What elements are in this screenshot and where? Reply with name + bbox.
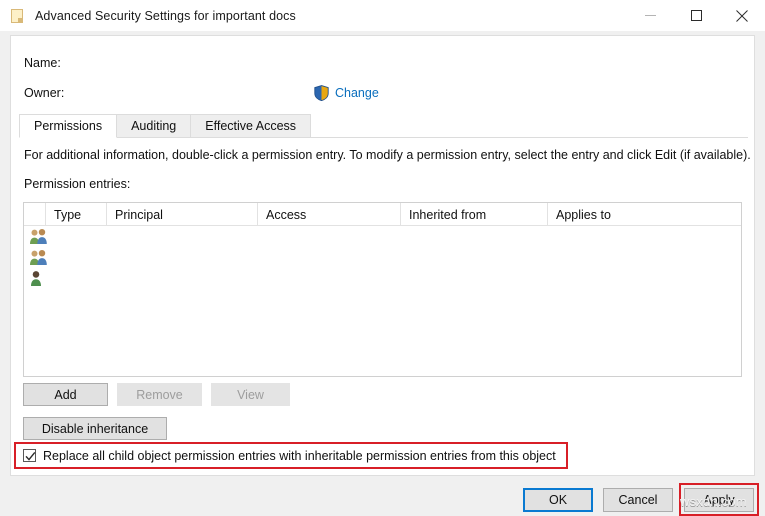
add-button[interactable]: Add [23, 383, 108, 406]
close-icon [736, 10, 748, 22]
maximize-button[interactable] [673, 0, 719, 31]
disable-inheritance-label: Disable inheritance [42, 422, 148, 436]
column-header-principal[interactable]: Principal [107, 203, 258, 226]
user-icon [29, 270, 49, 287]
group-icon [29, 249, 49, 266]
tab-permissions-label: Permissions [34, 119, 102, 133]
disable-inheritance-button[interactable]: Disable inheritance [23, 417, 167, 440]
content-panel: Name: Owner: Change Permissions Auditing… [10, 35, 755, 476]
tab-effective-access-label: Effective Access [205, 119, 296, 133]
window-controls [627, 0, 765, 31]
column-header-applies-to[interactable]: Applies to [548, 203, 741, 226]
replace-child-permissions-checkbox[interactable]: Replace all child object permission entr… [23, 447, 556, 464]
ok-button[interactable]: OK [523, 488, 593, 512]
column-header-access[interactable]: Access [258, 203, 401, 226]
window-title: Advanced Security Settings for important… [35, 9, 296, 23]
table-row[interactable] [24, 226, 741, 247]
uac-shield-icon [314, 85, 329, 101]
list-body [24, 226, 741, 289]
column-header-gutter [24, 203, 46, 226]
permission-entries-label: Permission entries: [24, 177, 130, 191]
permission-entries-list[interactable]: Type Principal Access Inherited from App… [23, 202, 742, 377]
minimize-icon [645, 15, 656, 16]
group-icon [29, 228, 49, 245]
owner-label: Owner: [24, 86, 64, 100]
list-header: Type Principal Access Inherited from App… [24, 203, 741, 226]
checkbox-box [23, 449, 36, 462]
name-label: Name: [24, 56, 61, 70]
add-button-label: Add [54, 388, 76, 402]
checkmark-icon [25, 451, 36, 462]
ok-button-label: OK [549, 493, 567, 507]
cancel-button[interactable]: Cancel [603, 488, 673, 512]
cancel-button-label: Cancel [619, 493, 658, 507]
title-bar: Advanced Security Settings for important… [0, 0, 765, 31]
table-row[interactable] [24, 268, 741, 289]
close-button[interactable] [719, 0, 765, 31]
info-text: For additional information, double-click… [24, 148, 751, 162]
tab-auditing[interactable]: Auditing [116, 114, 191, 137]
tab-strip: Permissions Auditing Effective Access [19, 115, 748, 138]
table-row[interactable] [24, 247, 741, 268]
remove-button: Remove [117, 383, 202, 406]
tab-permissions[interactable]: Permissions [19, 114, 117, 138]
change-link-label: Change [335, 86, 379, 100]
annotation-rect-apply [679, 483, 759, 516]
remove-button-label: Remove [136, 388, 183, 402]
replace-child-permissions-label: Replace all child object permission entr… [43, 449, 556, 463]
folder-icon [10, 8, 26, 24]
column-header-inherited-from[interactable]: Inherited from [401, 203, 548, 226]
change-owner-link[interactable]: Change [314, 84, 379, 102]
minimize-button[interactable] [627, 0, 673, 31]
column-header-type[interactable]: Type [46, 203, 107, 226]
tab-auditing-label: Auditing [131, 119, 176, 133]
view-button: View [211, 383, 290, 406]
view-button-label: View [237, 388, 264, 402]
advanced-security-settings-dialog: Advanced Security Settings for important… [0, 0, 765, 516]
tab-effective-access[interactable]: Effective Access [190, 114, 311, 137]
maximize-icon [691, 10, 702, 21]
